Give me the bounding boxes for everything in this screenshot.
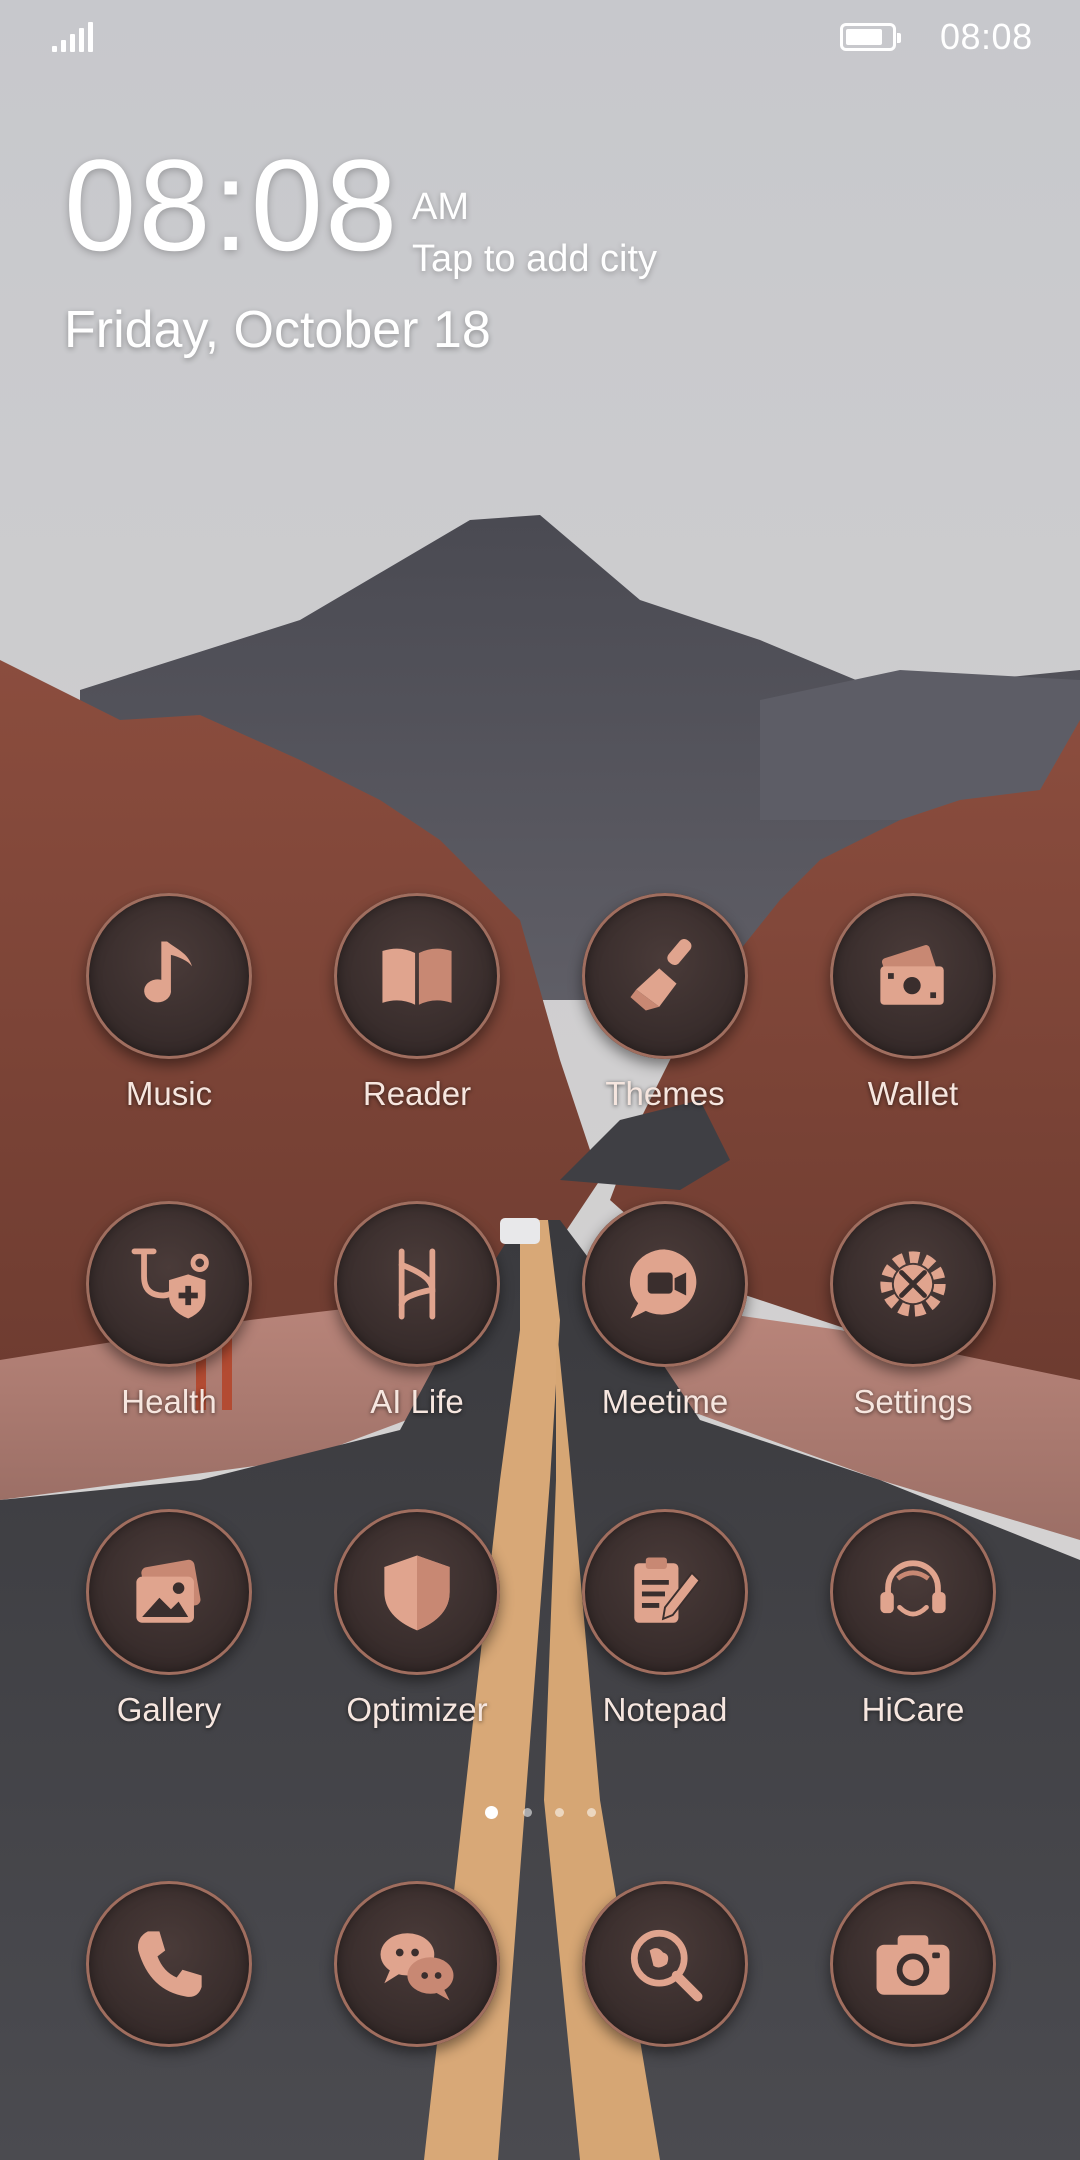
page-indicator[interactable] (0, 1804, 1080, 1824)
app-label: Notepad (602, 1691, 728, 1728)
app-themes[interactable]: Themes (541, 893, 789, 1183)
clock-time[interactable]: 08:08 (64, 140, 399, 270)
app-label: Themes (605, 1075, 725, 1112)
dock-phone[interactable] (45, 1881, 293, 2051)
add-city-link[interactable]: Tap to add city (412, 238, 657, 281)
chat-bubbles-icon (334, 1881, 500, 2047)
app-meetime[interactable]: Meetime (541, 1201, 789, 1491)
app-label: Reader (362, 1075, 472, 1112)
app-label: HiCare (861, 1691, 965, 1728)
notepad-pencil-icon (582, 1509, 748, 1675)
paintbrush-icon (582, 893, 748, 1059)
app-label: AI Life (370, 1383, 464, 1420)
battery-icon (840, 23, 901, 51)
app-settings[interactable]: Settings (789, 1201, 1037, 1491)
video-call-bubble-icon (582, 1201, 748, 1367)
clock-date[interactable]: Friday, October 18 (64, 300, 491, 360)
globe-search-icon (582, 1881, 748, 2047)
open-book-icon (334, 893, 500, 1059)
page-dot (523, 1808, 532, 1817)
app-optimizer[interactable]: Optimizer (293, 1509, 541, 1799)
stethoscope-shield-icon (86, 1201, 252, 1367)
app-label: Music (125, 1075, 213, 1112)
app-notepad[interactable]: Notepad (541, 1509, 789, 1799)
music-note-icon (86, 893, 252, 1059)
dock-browser[interactable] (541, 1881, 789, 2051)
camera-icon (830, 1881, 996, 2047)
shield-icon (334, 1509, 500, 1675)
app-hicare[interactable]: HiCare (789, 1509, 1037, 1799)
app-ai-life[interactable]: AI Life (293, 1201, 541, 1491)
app-label: Optimizer (346, 1691, 488, 1728)
app-label: Health (121, 1383, 217, 1420)
ai-life-icon (334, 1201, 500, 1367)
page-dot-active (485, 1806, 498, 1819)
app-label: Settings (853, 1383, 973, 1420)
app-wallet[interactable]: Wallet (789, 893, 1037, 1183)
app-label: Gallery (116, 1691, 222, 1728)
phone-icon (86, 1881, 252, 2047)
app-label: Wallet (867, 1075, 959, 1112)
app-music[interactable]: Music (45, 893, 293, 1183)
wallet-cash-icon (830, 893, 996, 1059)
headset-person-icon (830, 1509, 996, 1675)
app-gallery[interactable]: Gallery (45, 1509, 293, 1799)
photos-icon (86, 1509, 252, 1675)
status-time: 08:08 (940, 16, 1033, 57)
gear-tools-icon (830, 1201, 996, 1367)
app-label: Meetime (601, 1383, 729, 1420)
app-health[interactable]: Health (45, 1201, 293, 1491)
dock-messaging[interactable] (293, 1881, 541, 2051)
app-reader[interactable]: Reader (293, 893, 541, 1183)
status-bar: 08:08 (0, 0, 1080, 76)
page-dot (587, 1808, 596, 1817)
page-dot (555, 1808, 564, 1817)
clock-ampm: AM (412, 186, 469, 228)
dock-camera[interactable] (789, 1881, 1037, 2051)
signal-strength-icon (52, 22, 93, 52)
